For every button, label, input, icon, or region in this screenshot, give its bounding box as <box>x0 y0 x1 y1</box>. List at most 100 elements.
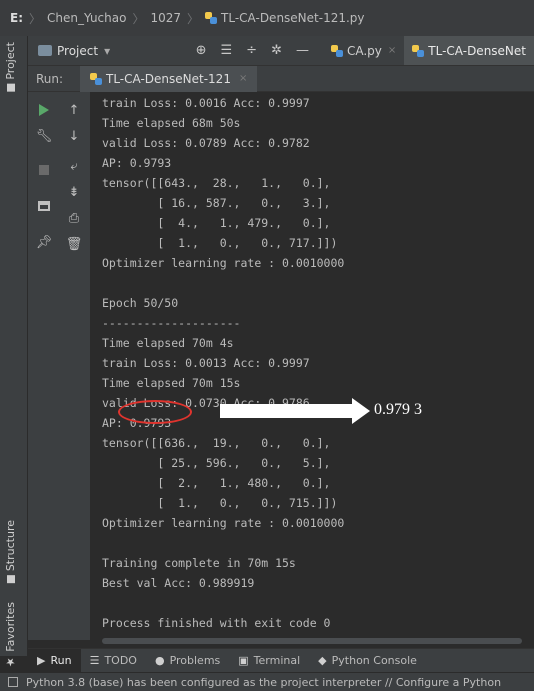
info-icon: ● <box>154 654 165 667</box>
project-tool-tab-label: Project <box>4 42 17 80</box>
console-line: Time elapsed 68m 50s <box>102 116 241 130</box>
editor-tabs: CA.py × TL-CA-DenseNet <box>323 36 534 65</box>
collapse-all-icon[interactable]: ÷ <box>246 43 257 58</box>
console-line: AP: 0.9793 <box>102 156 172 170</box>
printer-icon: ⎙ <box>68 210 80 226</box>
pin-tab-button[interactable]: 📌︎ <box>34 232 54 252</box>
console-line: Time elapsed 70m 15s <box>102 376 241 390</box>
wrench-icon: 🔧︎ <box>35 128 53 144</box>
tab-tl-ca-densenet[interactable]: TL-CA-DenseNet <box>404 36 534 65</box>
console-line: [ 2., 1., 480., 0.], <box>102 476 331 490</box>
console-output[interactable]: train Loss: 0.0016 Acc: 0.9997 Time elap… <box>90 92 534 648</box>
console-line: [ 25., 596., 0., 5.], <box>102 456 331 470</box>
breadcrumb-file[interactable]: TL-CA-DenseNet-121.py <box>221 11 364 25</box>
run-tool-buttons: ↑ 🔧︎ ↓ ⤶ ⇟ ⎙ 📌︎ 🗑︎ <box>28 92 90 640</box>
todo-tool-button[interactable]: ☰ TODO <box>81 649 146 673</box>
tab-ca-py[interactable]: CA.py × <box>323 36 404 65</box>
arrow-up-icon: ↑ <box>68 102 80 118</box>
python-file-icon <box>90 72 102 85</box>
console-line: [ 1., 0., 0., 715.]]) <box>102 496 338 510</box>
stop-icon <box>39 165 49 175</box>
print-button[interactable]: ⎙ <box>64 208 84 228</box>
structure-tool-tab-label: Structure <box>4 520 17 572</box>
terminal-tool-button[interactable]: ▣ Terminal <box>229 649 309 673</box>
soft-wrap-button[interactable]: ⤶ <box>64 156 84 176</box>
layout-button[interactable] <box>34 196 54 216</box>
console-line: valid Loss: 0.0789 Acc: 0.9782 <box>102 136 310 150</box>
run-config-tab-label: TL-CA-DenseNet-121 <box>106 71 231 86</box>
play-icon: ▶ <box>37 654 46 667</box>
left-tool-strip: Project Structure ★ Favorites <box>0 36 28 669</box>
horizontal-scrollbar[interactable] <box>102 638 522 644</box>
list-icon: ☰ <box>89 654 100 667</box>
close-icon[interactable]: × <box>239 73 247 84</box>
structure-tool-tab[interactable]: Structure <box>4 520 17 584</box>
tab-ca-py-label: CA.py <box>346 43 382 58</box>
project-toolbar: Project ▾ ⊕ ☰ ÷ ✲ — CA.py × TL-CA-DenseN… <box>28 36 534 66</box>
chevron-down-icon: ▾ <box>104 43 111 58</box>
console-line: Optimizer learning rate : 0.0010000 <box>102 256 345 270</box>
gear-icon[interactable]: ✲ <box>271 43 282 58</box>
scroll-down-button[interactable]: ↓ <box>64 126 84 146</box>
scroll-to-end-icon: ⇟ <box>68 184 80 200</box>
python-file-icon <box>412 44 425 57</box>
problems-tool-button-label: Problems <box>169 654 221 667</box>
close-icon[interactable]: × <box>388 45 396 56</box>
run-tool-button[interactable]: ▶ Run <box>28 648 81 673</box>
breadcrumb-folder-1027[interactable]: 1027 <box>150 11 181 25</box>
status-toggle-icon[interactable] <box>8 677 18 687</box>
clear-all-button[interactable]: 🗑︎ <box>64 234 84 254</box>
annotation-highlight-ellipse <box>118 400 192 424</box>
scroll-up-button[interactable]: ↑ <box>64 100 84 120</box>
layout-icon <box>38 201 50 211</box>
terminal-icon: ▣ <box>238 654 249 667</box>
breadcrumb: E: 〉 Chen_Yuchao 〉 1027 〉 TL-CA-DenseNet… <box>0 0 534 36</box>
settings-button[interactable]: 🔧︎ <box>34 126 54 146</box>
console-line: Epoch 50/50 <box>102 296 179 310</box>
ide-window: E: 〉 Chen_Yuchao 〉 1027 〉 TL-CA-DenseNet… <box>0 0 534 691</box>
pin-icon: 📌︎ <box>35 234 53 250</box>
hide-panel-icon[interactable]: — <box>296 43 309 58</box>
soft-wrap-icon: ⤶ <box>70 158 78 174</box>
problems-tool-button[interactable]: ● Problems <box>146 649 229 673</box>
breadcrumb-separator: 〉 <box>29 11 42 26</box>
run-config-tab[interactable]: TL-CA-DenseNet-121 × <box>80 65 258 92</box>
run-panel-header: Run: TL-CA-DenseNet-121 × <box>28 65 534 92</box>
console-line: [ 4., 1., 479., 0.], <box>102 216 331 230</box>
console-line: Best val Acc: 0.989919 <box>102 576 255 590</box>
breadcrumb-separator: 〉 <box>132 11 145 26</box>
folder-icon <box>7 83 15 92</box>
project-tool-tab[interactable]: Project <box>4 42 17 92</box>
rerun-button[interactable] <box>34 100 54 120</box>
status-message[interactable]: Python 3.8 (base) has been configured as… <box>26 676 501 689</box>
python-file-icon <box>330 44 343 57</box>
locate-target-icon[interactable]: ⊕ <box>196 43 207 58</box>
favorites-tool-tab-label: Favorites <box>4 602 17 652</box>
run-label: Run: <box>36 71 64 86</box>
breadcrumb-separator: 〉 <box>187 11 200 26</box>
console-line: [ 1., 0., 0., 717.]]) <box>102 236 338 250</box>
favorites-tool-tab[interactable]: ★ Favorites <box>4 602 17 669</box>
expand-all-icon[interactable]: ☰ <box>221 43 233 58</box>
annotation-value: 0.979 3 <box>374 401 422 418</box>
bottom-tool-bar: ▶ Run ☰ TODO ● Problems ▣ Terminal ◆ Python C… <box>28 648 534 673</box>
project-toolbar-icons: ⊕ ☰ ÷ ✲ — <box>196 43 309 58</box>
console-line: Optimizer learning rate : 0.0010000 <box>102 516 345 530</box>
console-line: tensor([[636., 19., 0., 0.], <box>102 436 331 450</box>
python-console-tool-button-label: Python Console <box>331 654 417 667</box>
run-tool-button-label: Run <box>50 654 72 667</box>
console-line: train Loss: 0.0016 Acc: 0.9997 <box>102 96 310 110</box>
stop-button[interactable] <box>34 160 54 180</box>
project-view-selector[interactable]: Project ▾ <box>28 44 172 58</box>
console-line: Training complete in 70m 15s <box>102 556 296 570</box>
console-line: Time elapsed 70m 4s <box>102 336 234 350</box>
todo-tool-button-label: TODO <box>104 654 137 667</box>
terminal-tool-button-label: Terminal <box>253 654 301 667</box>
breadcrumb-drive[interactable]: E: <box>10 11 23 25</box>
breadcrumb-folder-chen-yuchao[interactable]: Chen_Yuchao <box>47 11 126 25</box>
arrow-down-icon: ↓ <box>68 128 80 144</box>
scroll-to-end-button[interactable]: ⇟ <box>64 182 84 202</box>
tab-tl-ca-densenet-label: TL-CA-DenseNet <box>428 43 526 58</box>
console-line: train Loss: 0.0013 Acc: 0.9997 <box>102 356 310 370</box>
python-console-tool-button[interactable]: ◆ Python Console <box>309 649 426 673</box>
